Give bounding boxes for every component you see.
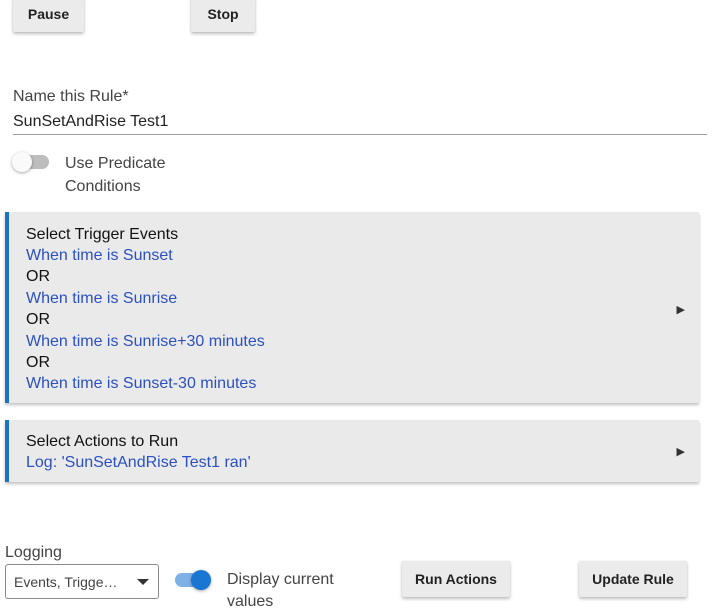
actions-title: Select Actions to Run	[26, 433, 179, 450]
rule-name-input[interactable]	[13, 110, 707, 135]
pause-button[interactable]: Pause	[13, 0, 84, 32]
chevron-down-icon	[137, 579, 149, 585]
trigger-or: OR	[26, 268, 50, 286]
trigger-item: When time is Sunset	[26, 247, 173, 264]
trigger-item: When time is Sunrise+30 minutes	[26, 332, 265, 350]
stop-button[interactable]: Stop	[191, 0, 255, 32]
predicate-toggle[interactable]	[12, 152, 32, 172]
rule-name-label: Name this Rule*	[13, 88, 129, 105]
logging-label: Logging	[5, 544, 62, 561]
predicate-label: Use Predicate Conditions	[65, 155, 166, 195]
trigger-item: When time is Sunset-30 minutes	[26, 375, 257, 393]
trigger-events-panel[interactable]: Select Trigger Events When time is Sunse…	[5, 212, 699, 403]
display-current-label: Display current values	[227, 571, 334, 610]
logging-select[interactable]: Events, Trigge…	[5, 564, 159, 599]
run-actions-button[interactable]: Run Actions	[402, 561, 510, 597]
trigger-events-title: Select Trigger Events	[26, 226, 179, 243]
play-arrow-icon: ▶	[676, 304, 685, 316]
play-arrow-icon: ▶	[676, 446, 685, 458]
trigger-or: OR	[26, 354, 50, 372]
actions-panel[interactable]: Select Actions to Run Log: 'SunSetAndRis…	[5, 420, 699, 482]
trigger-or: OR	[26, 311, 50, 329]
trigger-item: When time is Sunrise	[26, 289, 178, 307]
display-current-toggle[interactable]	[191, 570, 211, 590]
update-rule-button[interactable]: Update Rule	[579, 561, 687, 597]
action-item: Log: 'SunSetAndRise Test1 ran'	[26, 454, 251, 471]
logging-selected-value: Events, Trigge…	[14, 574, 118, 590]
